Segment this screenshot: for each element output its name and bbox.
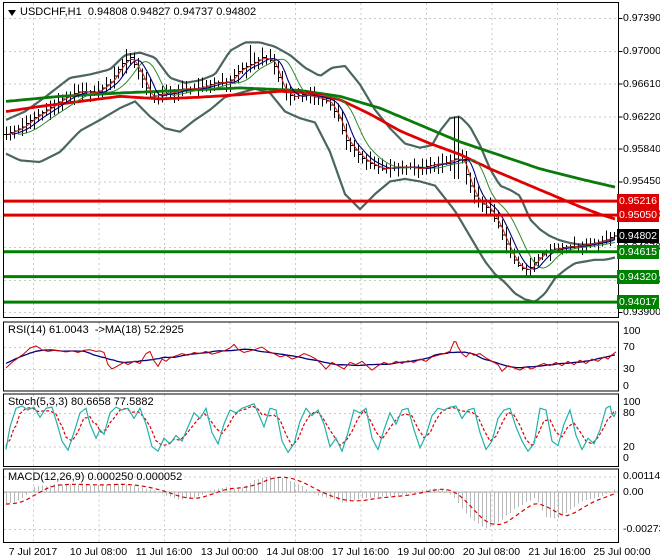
price-tick-0.95840: 0.95840 xyxy=(623,142,660,155)
time-tick: 25 Jul 00:00 xyxy=(593,546,651,558)
current-price-label: 0.94802 xyxy=(617,229,659,243)
stoch-indicator-label: Stoch(5,3,3) 80.6658 77.5882 xyxy=(8,396,154,408)
price-tick-0.97000: 0.97000 xyxy=(623,44,660,57)
macd-tick-0.001145: 0.001145 xyxy=(623,470,660,483)
rsi-indicator-label: RSI(14) 61.0043 ->MA(18) 52.2925 xyxy=(8,324,184,336)
time-tick: 11 Jul 16:00 xyxy=(135,546,193,558)
level-price-label-0.94017: 0.94017 xyxy=(617,295,659,310)
time-tick: 19 Jul 00:00 xyxy=(397,546,455,558)
time-tick: 20 Jul 08:00 xyxy=(462,546,521,558)
chart-title: USDCHF,H1 0.94808 0.94827 0.94737 0.9480… xyxy=(20,6,257,18)
rsi-tick-100: 100 xyxy=(623,324,641,337)
symbol-dropdown-icon[interactable] xyxy=(8,10,16,16)
trading-chart-window: USDCHF,H1 0.94808 0.94827 0.94737 0.9480… xyxy=(0,0,660,560)
time-tick: 14 Jul 08:00 xyxy=(266,546,324,558)
time-tick: 7 Jul 2017 xyxy=(8,546,58,558)
stoch-tick-20: 20 xyxy=(623,440,635,453)
stoch-tick-0: 0 xyxy=(623,452,629,464)
price-tick-0.96610: 0.96610 xyxy=(623,77,660,90)
price-tick-0.97390: 0.97390 xyxy=(623,12,660,24)
macd-tick-0.00: 0.00 xyxy=(623,486,644,498)
time-tick: 10 Jul 08:00 xyxy=(69,546,128,558)
rsi-tick-30: 30 xyxy=(623,363,635,375)
stoch-tick-100: 100 xyxy=(623,395,641,408)
price-tick-0.96220: 0.96220 xyxy=(623,110,660,123)
stoch-tick-80: 80 xyxy=(623,406,635,419)
time-tick: 17 Jul 16:00 xyxy=(331,546,390,558)
price-tick-0.95450: 0.95450 xyxy=(623,175,660,188)
level-price-label-0.95216: 0.95216 xyxy=(617,194,659,209)
macd-tick--0.002731: -0.002731 xyxy=(623,523,660,536)
time-tick: 21 Jul 16:00 xyxy=(528,546,586,558)
rsi-tick-0: 0 xyxy=(623,379,629,392)
macd-indicator-label: MACD(12,26,9) 0.000250 0.000052 xyxy=(8,471,183,483)
time-tick: 13 Jul 00:00 xyxy=(200,546,259,558)
level-price-label-0.94320: 0.94320 xyxy=(617,269,659,284)
rsi-tick-70: 70 xyxy=(623,341,635,353)
level-price-label-0.94615: 0.94615 xyxy=(617,244,659,259)
level-price-label-0.95050: 0.95050 xyxy=(617,208,659,223)
